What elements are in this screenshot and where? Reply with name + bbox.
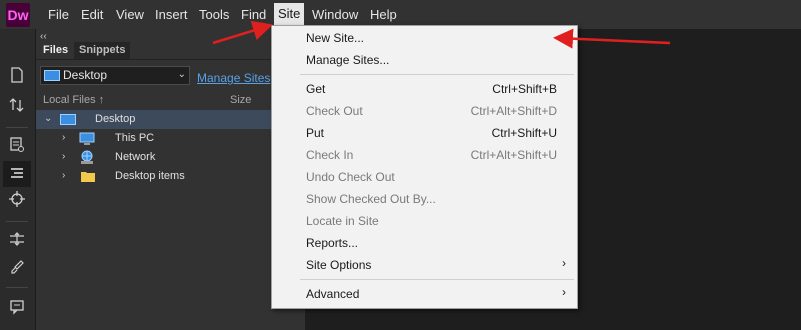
menu-item-locate-in-site: Locate in Site [272, 210, 577, 232]
menu-item-label: Site Options [306, 258, 372, 272]
collapse-panel-icon[interactable]: ‹‹ [40, 31, 47, 42]
toolbar-divider [6, 127, 28, 128]
menu-item-label: Reports... [306, 236, 359, 250]
menu-item-get[interactable]: Get Ctrl+Shift+B [272, 78, 577, 100]
menu-item-reports[interactable]: Reports... [272, 232, 577, 254]
chevron-right-icon: › [562, 256, 566, 270]
tree-row-desktop[interactable]: ⌄ Desktop [36, 110, 305, 129]
chevron-down-icon: ⌄ [177, 69, 186, 80]
menu-item-shortcut: Ctrl+Shift+B [492, 82, 557, 96]
tree-label: This PC [115, 132, 155, 144]
network-icon [79, 150, 95, 168]
menu-item-label: New Site... [306, 31, 365, 45]
chevron-right-icon[interactable]: › [62, 151, 65, 162]
menu-insert[interactable]: Insert [151, 0, 192, 29]
outline-icon[interactable] [8, 165, 26, 183]
sort-arrow-icon: ↑ [98, 94, 105, 106]
menu-separator [300, 279, 574, 280]
menu-item-label: Advanced [306, 287, 360, 301]
toolbar-divider [6, 287, 28, 288]
menu-item-label: Undo Check Out [306, 170, 395, 184]
menu-site[interactable]: Site [274, 3, 305, 25]
menu-item-shortcut: Ctrl+Alt+Shift+D [470, 104, 557, 118]
target-icon[interactable] [8, 191, 26, 209]
expand-icon[interactable] [8, 231, 26, 249]
chevron-right-icon: › [562, 285, 566, 299]
chevron-down-icon[interactable]: ⌄ [44, 113, 52, 124]
menu-item-shortcut: Ctrl+Shift+U [491, 126, 557, 140]
column-header-size[interactable]: Size [230, 94, 251, 106]
menu-item-label: Check In [306, 148, 354, 162]
desktop-icon [60, 114, 76, 125]
menu-item-advanced[interactable]: Advanced › [272, 283, 577, 305]
computer-icon [79, 132, 95, 149]
column-header-local-files[interactable]: Local Files ↑ [43, 94, 104, 106]
menu-item-label: Show Checked Out By... [306, 192, 436, 206]
menu-item-site-options[interactable]: Site Options › [272, 254, 577, 276]
menu-item-show-checked-out-by: Show Checked Out By... [272, 188, 577, 210]
menu-item-label: Get [306, 82, 326, 96]
preview-icon[interactable] [8, 137, 26, 155]
desktop-icon [44, 70, 60, 81]
menu-tools[interactable]: Tools [195, 0, 233, 29]
chevron-right-icon[interactable]: › [62, 132, 65, 143]
tree-label: Network [115, 151, 156, 163]
tab-snippets[interactable]: Snippets [74, 42, 131, 59]
menu-item-check-out: Check Out Ctrl+Alt+Shift+D [272, 100, 577, 122]
tree-label: Desktop [95, 113, 136, 125]
column-label: Local Files [43, 94, 96, 106]
menu-edit[interactable]: Edit [77, 0, 107, 29]
tab-divider [36, 59, 305, 60]
tree-row-desktop-items[interactable]: › Desktop items [36, 167, 305, 186]
menu-view[interactable]: View [112, 0, 148, 29]
menu-item-shortcut: Ctrl+Alt+Shift+U [470, 148, 557, 162]
menu-item-check-in: Check In Ctrl+Alt+Shift+U [272, 144, 577, 166]
tree-label: Desktop items [115, 170, 185, 182]
tab-files[interactable]: Files [38, 42, 74, 59]
tree-row-network[interactable]: › Network [36, 148, 305, 167]
tree-row-this-pc[interactable]: › This PC [36, 129, 305, 148]
menu-item-undo-check-out: Undo Check Out [272, 166, 577, 188]
chevron-right-icon[interactable]: › [62, 170, 65, 181]
site-select-value: Desktop [63, 68, 108, 82]
menu-item-label: Put [306, 126, 325, 140]
manage-sites-link[interactable]: Manage Sites [197, 71, 270, 85]
folder-icon [81, 171, 95, 185]
menu-item-manage-sites[interactable]: Manage Sites... [272, 49, 577, 71]
menu-item-new-site[interactable]: New Site... [272, 27, 577, 49]
site-select[interactable]: Desktop ⌄ [40, 66, 190, 85]
toolbar-divider [6, 221, 28, 222]
menu-item-label: Manage Sites... [306, 53, 390, 67]
menu-item-label: Check Out [306, 104, 363, 118]
menu-item-put[interactable]: Put Ctrl+Shift+U [272, 122, 577, 144]
brush-icon[interactable] [8, 259, 26, 277]
new-file-icon[interactable] [8, 67, 26, 85]
menu-item-label: Locate in Site [306, 214, 379, 228]
site-menu-dropdown: New Site... Manage Sites... Get Ctrl+Shi… [271, 25, 578, 309]
dreamweaver-logo: Dw [6, 3, 30, 27]
menu-file[interactable]: File [44, 0, 73, 29]
left-toolbar [0, 29, 36, 330]
menu-find[interactable]: Find [237, 0, 270, 29]
comment-icon[interactable] [8, 299, 26, 317]
menu-separator [300, 74, 574, 75]
files-panel: ‹‹ Files Snippets Desktop ⌄ Manage Sites… [36, 29, 305, 330]
sort-icon[interactable] [8, 97, 26, 115]
